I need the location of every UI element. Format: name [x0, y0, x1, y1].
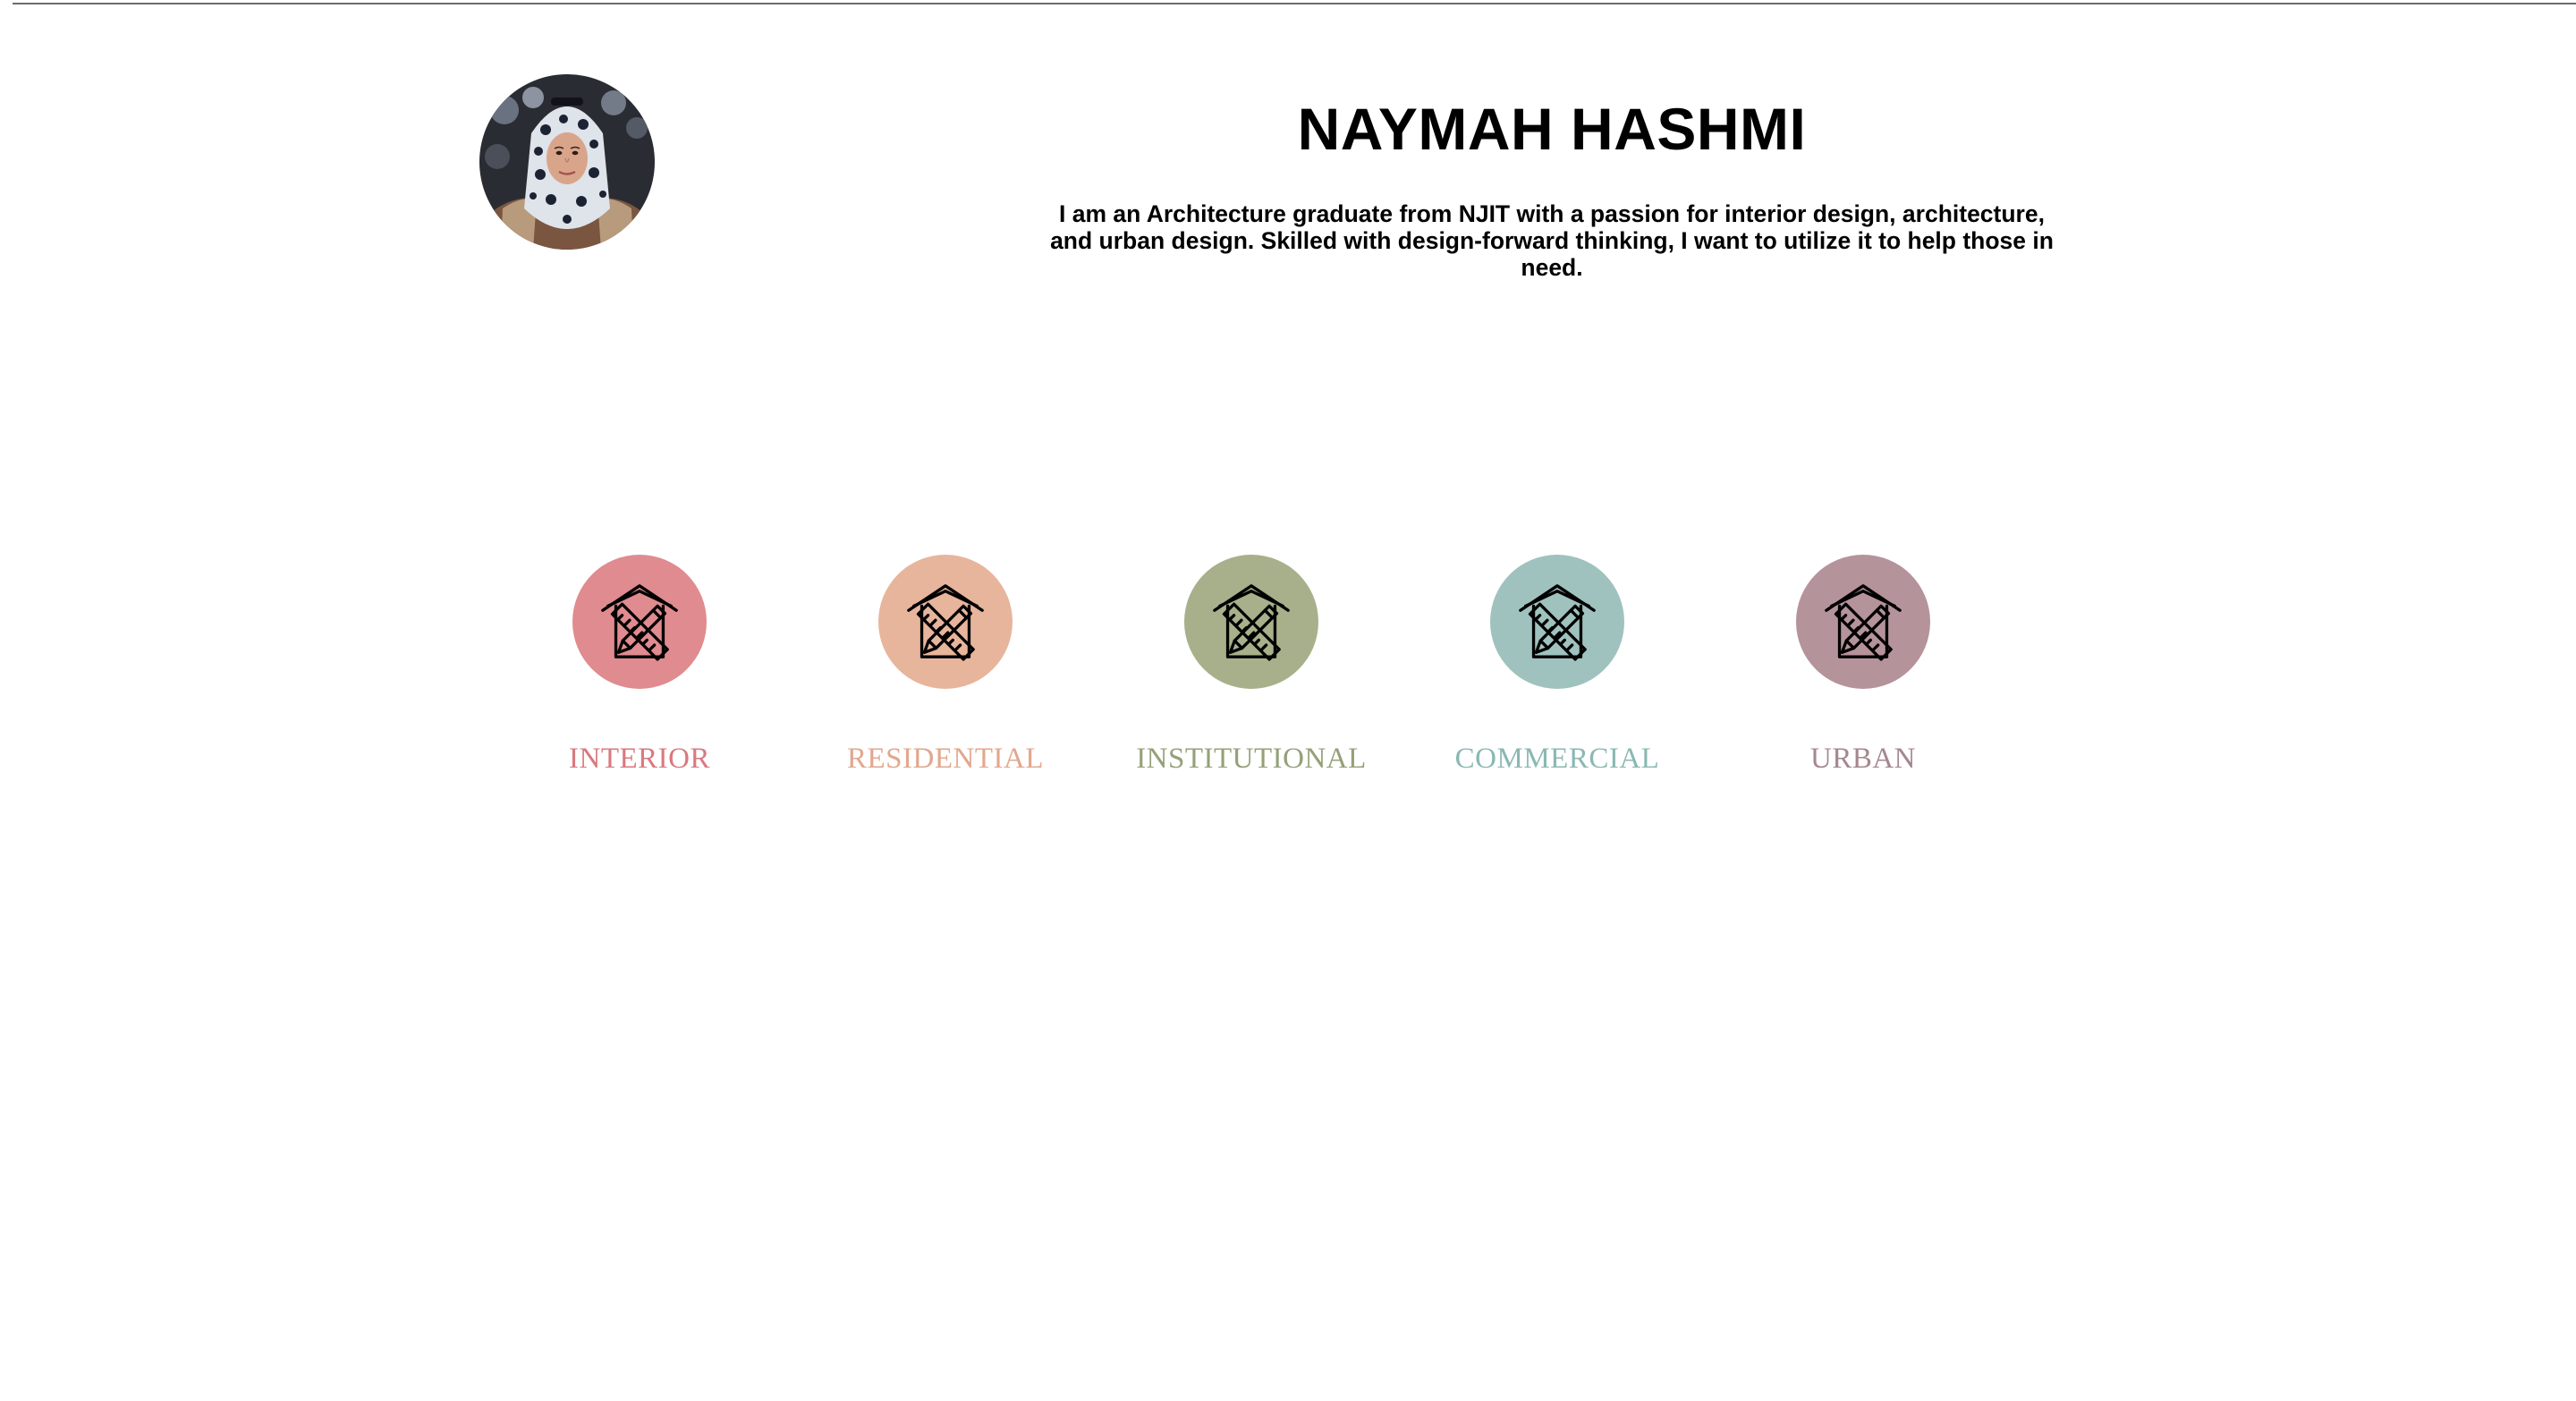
- category-circle[interactable]: [878, 555, 1013, 689]
- profile-avatar: [479, 74, 655, 250]
- category-circle[interactable]: [1796, 555, 1930, 689]
- profile-photo-icon: [479, 74, 655, 250]
- page-title: NAYMAH HASHMI: [1297, 96, 1807, 162]
- bio-text: I am an Architecture graduate from NJIT …: [1050, 200, 2054, 281]
- house-pencil-ruler-icon: [1208, 578, 1295, 666]
- category-label[interactable]: COMMERCIAL: [1396, 741, 1718, 777]
- category-circle[interactable]: [1490, 555, 1624, 689]
- category-label[interactable]: INTERIOR: [479, 741, 801, 777]
- house-pencil-ruler-icon: [1513, 578, 1601, 666]
- category-label[interactable]: URBAN: [1702, 741, 2024, 777]
- house-pencil-ruler-icon: [1819, 578, 1907, 666]
- category-label[interactable]: RESIDENTIAL: [784, 741, 1106, 777]
- house-pencil-ruler-icon: [902, 578, 989, 666]
- category-label[interactable]: INSTITUTIONAL: [1090, 741, 1412, 777]
- house-pencil-ruler-icon: [596, 578, 683, 666]
- category-circle[interactable]: [1184, 555, 1318, 689]
- top-divider: [13, 3, 2576, 4]
- category-circle[interactable]: [572, 555, 707, 689]
